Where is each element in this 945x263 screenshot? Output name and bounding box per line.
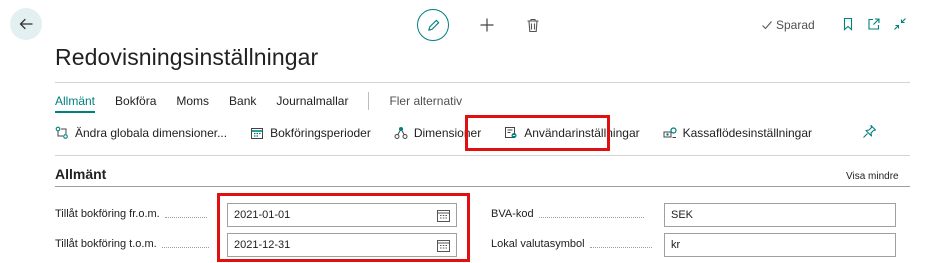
- tab-bank[interactable]: Bank: [229, 94, 256, 108]
- lcy-code-label: BVA-kod: [491, 208, 644, 220]
- plus-icon: [480, 18, 494, 32]
- cashflow-setup-action[interactable]: Kassaflödesinställningar: [663, 126, 812, 140]
- checkmark-icon: [762, 21, 772, 30]
- pin-button[interactable]: [862, 124, 877, 139]
- bookmark-button[interactable]: [841, 17, 855, 31]
- change-dimensions-icon: [55, 126, 69, 140]
- trash-icon: [527, 18, 539, 32]
- calendar-periods-icon: [250, 126, 264, 140]
- saved-label: Sparad: [776, 18, 815, 32]
- window-controls: [841, 17, 907, 31]
- section-divider: [55, 186, 910, 187]
- action-label: Bokföringsperioder: [270, 126, 371, 140]
- title-divider: [55, 82, 910, 83]
- edit-button[interactable]: [417, 9, 449, 41]
- cashflow-icon: [663, 126, 677, 140]
- collapse-button[interactable]: [893, 17, 907, 31]
- more-options-button[interactable]: Fler alternativ: [389, 94, 462, 108]
- back-button[interactable]: [10, 8, 42, 40]
- dimensions-icon: [394, 126, 408, 140]
- tab-bokfora[interactable]: Bokföra: [115, 94, 156, 108]
- tab-journalmallar[interactable]: Journalmallar: [276, 94, 348, 108]
- tabs-divider: [368, 92, 370, 110]
- new-button[interactable]: [479, 17, 495, 33]
- action-tabs: Allmänt Bokföra Moms Bank Journalmallar …: [55, 92, 462, 113]
- open-new-window-icon: [868, 18, 880, 30]
- saved-status: Sparad: [761, 18, 815, 32]
- tab-moms[interactable]: Moms: [176, 94, 209, 108]
- action-label: Kassaflödesinställningar: [682, 126, 813, 140]
- allow-posting-to-label: Tillåt bokföring t.o.m.: [55, 238, 209, 250]
- pin-icon: [863, 124, 877, 138]
- show-less-link[interactable]: Visa mindre: [846, 171, 899, 182]
- open-new-window-button[interactable]: [867, 17, 881, 31]
- page-title: Redovisningsinställningar: [55, 44, 319, 70]
- tab-allmant[interactable]: Allmänt: [55, 94, 96, 113]
- local-currency-symbol-field[interactable]: kr: [664, 233, 896, 257]
- delete-button[interactable]: [525, 17, 541, 33]
- action-bar: Ändra globala dimensioner... Bokföringsp…: [55, 124, 835, 142]
- local-currency-symbol-label: Lokal valutasymbol: [491, 238, 652, 250]
- action-label: Ändra globala dimensioner...: [75, 126, 228, 140]
- section-title: Allmänt: [55, 166, 107, 182]
- collapse-icon: [894, 18, 906, 30]
- actions-divider: [55, 155, 910, 156]
- top-action-bar: [417, 9, 541, 41]
- pencil-icon: [427, 19, 439, 31]
- lcy-code-field[interactable]: SEK: [664, 203, 896, 227]
- accounting-periods-action[interactable]: Bokföringsperioder: [250, 126, 371, 140]
- change-global-dimensions-action[interactable]: Ändra globala dimensioner...: [55, 126, 227, 140]
- allow-posting-from-label: Tillåt bokföring fr.o.m.: [55, 208, 207, 220]
- highlight-user-setup: [465, 115, 610, 151]
- highlight-posting-dates: [217, 193, 470, 262]
- arrow-left-icon: [19, 18, 33, 30]
- bookmark-icon: [843, 17, 853, 31]
